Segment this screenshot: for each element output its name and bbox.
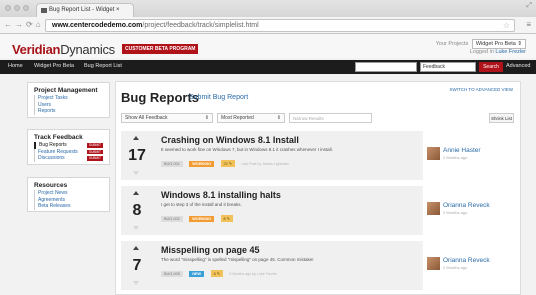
user-link[interactable]: Luke Frezler [495, 49, 526, 55]
main-panel: Bug Reports Submit Bug Report SWITCH TO … [115, 81, 521, 295]
sort-select[interactable]: Most Reported ⇕ [217, 113, 285, 123]
url-path: /project/feedback/track/simplelist.html [142, 22, 259, 29]
reported-time: 2 Months ago [443, 210, 468, 215]
bug-title[interactable]: Crashing on Windows 8.1 Install [161, 135, 411, 145]
avatar [427, 202, 440, 215]
reporter-name[interactable]: Orianna Reveck [443, 202, 490, 209]
tab-strip: Bug Report List - Widget × ⤢ [0, 0, 536, 17]
submit-badge[interactable]: SUBMIT [86, 156, 103, 161]
chevron-down-icon: ⇕ [204, 115, 209, 121]
nav-home[interactable]: Home [8, 63, 23, 69]
bookmark-star-icon[interactable]: ☆ [503, 21, 510, 30]
reported-time: 2 Months ago [443, 155, 468, 160]
chevron-down-icon: ⇕ [276, 115, 281, 121]
login-status: Logged in Luke Frezler [469, 49, 526, 55]
submit-badge[interactable]: SUBMIT [86, 149, 103, 155]
browser-window: Bug Report List - Widget × ⤢ ←→⟳⌂ www.ce… [0, 0, 536, 295]
sidebar-heading: Project Management [34, 87, 98, 94]
bug-row[interactable]: 8 Windows 8.1 installing halts I get to … [121, 186, 517, 235]
bug-row[interactable]: 17 Crashing on Windows 8.1 Install It se… [121, 131, 517, 180]
sidebar-track-feedback: Track Feedback Bug Reports SUBMIT Feature… [27, 129, 110, 165]
advanced-search-link[interactable]: Advanced [506, 63, 530, 69]
downvote-icon[interactable] [133, 171, 139, 175]
sidebar-link-beta-releases[interactable]: Beta Releases [34, 203, 103, 210]
site-header: VeridianDynamics CUSTOMER BETA PROGRAM Y… [0, 34, 536, 58]
bug-meta: 2 Months ago by Luke Frezler [229, 271, 277, 276]
upvote-icon[interactable] [133, 246, 139, 250]
bug-title[interactable]: Windows 8.1 installing halts [161, 190, 411, 200]
bug-row[interactable]: 7 Misspelling on page 45 The word "missp… [121, 241, 517, 290]
sidebar-link-discussions[interactable]: Discussions SUBMIT [34, 155, 103, 162]
search-input[interactable] [355, 62, 417, 72]
sidebar-heading: Track Feedback [34, 134, 83, 141]
project-select[interactable]: Widget Pro Beta ⇕ [471, 39, 526, 49]
vote-count: 7 [132, 257, 142, 274]
sidebar-heading: Resources [34, 182, 68, 189]
window-controls[interactable] [5, 5, 29, 11]
url-field[interactable]: www.centercodedemo.com/project/feedback/… [45, 19, 515, 32]
browser-tab[interactable]: Bug Report List - Widget × [36, 3, 134, 17]
site-logo[interactable]: VeridianDynamics [12, 42, 115, 57]
favicon-icon [41, 8, 47, 13]
nav-bug-report-list[interactable]: Bug Report List [84, 63, 122, 69]
bug-id-tag: BUG-001 [161, 160, 183, 167]
vote-control: 7 [121, 241, 153, 290]
tab-title: Bug Report List - Widget × [49, 7, 120, 13]
vote-count: 17 [128, 147, 146, 164]
reporter-name[interactable]: Annie Haster [443, 147, 481, 154]
beta-program-badge: CUSTOMER BETA PROGRAM [122, 44, 199, 54]
submit-badge[interactable]: SUBMIT [86, 143, 103, 148]
vote-control: 8 [121, 186, 153, 235]
upvote-icon[interactable] [133, 191, 139, 195]
sidebar-link-reports[interactable]: Reports [34, 108, 103, 115]
switch-to-advanced-view-link[interactable]: SWITCH TO ADVANCED VIEW [449, 87, 513, 92]
bug-meta: Last Post by James Lightman [241, 161, 289, 166]
reported-time: 2 Months ago [443, 265, 468, 270]
page-title: Bug Reports [121, 90, 199, 105]
url-host: www.centercodedemo.com [52, 22, 143, 29]
filter-bar: Show All Feedback ⇕ Most Reported ⇕ Narrow… [121, 113, 517, 124]
site: VeridianDynamics CUSTOMER BETA PROGRAM Y… [0, 34, 536, 295]
downvote-icon[interactable] [133, 281, 139, 285]
comment-count-badge[interactable]: 6 ✎ [210, 270, 223, 278]
project-selector: Your Projects Widget Pro Beta ⇕ [436, 39, 526, 49]
comment-count-badge[interactable]: 8 ✎ [220, 215, 233, 223]
browser-menu-icon[interactable]: ≡ [526, 20, 531, 29]
nav-widget-pro-beta[interactable]: Widget Pro Beta [34, 63, 74, 69]
shrink-list-button[interactable]: Shrink List [489, 113, 514, 123]
avatar [427, 257, 440, 270]
bug-id-tag: BUG-005 [161, 270, 183, 277]
vote-count: 8 [132, 202, 142, 219]
sidebar-project-management: Project Management Project Tasks Users R… [27, 82, 110, 118]
avatar [427, 147, 440, 160]
downvote-icon[interactable] [133, 226, 139, 230]
status-badge: NEW [189, 270, 205, 277]
sidebar-resources: Resources Project News Agreements Beta R… [27, 177, 110, 212]
bug-description: It seemed to work fine on Windows 7, but… [161, 147, 333, 152]
nav-buttons-icon[interactable]: ←→⟳⌂ [4, 20, 44, 29]
address-bar: ←→⟳⌂ www.centercodedemo.com/project/feed… [0, 17, 536, 34]
bug-description: I get to step 3 of the install and it br… [161, 202, 242, 207]
search-button[interactable]: Search [479, 62, 503, 72]
bug-description: The word "misspelling" is spelled "mispe… [161, 257, 314, 262]
top-nav: Home Widget Pro Beta Bug Report List Fee… [0, 60, 536, 74]
reporter-panel: Orianna Reveck 2 Months ago [421, 241, 517, 290]
bug-id-tag: BUG-002 [161, 215, 183, 222]
reporter-name[interactable]: Orianna Reveck [443, 257, 490, 264]
status-badge: WORKING [189, 215, 215, 222]
fullscreen-icon[interactable]: ⤢ [526, 2, 532, 10]
upvote-icon[interactable] [133, 136, 139, 140]
reporter-panel: Annie Haster 2 Months ago [421, 131, 517, 180]
submit-bug-report-link[interactable]: Submit Bug Report [189, 94, 248, 101]
comment-count-badge[interactable]: 22 ✎ [220, 160, 235, 168]
search-scope-select[interactable]: Feedback [420, 62, 476, 72]
vote-control: 17 [121, 131, 153, 180]
bug-title[interactable]: Misspelling on page 45 [161, 245, 411, 255]
reporter-panel: Orianna Reveck 2 Months ago [421, 186, 517, 235]
narrow-results-input[interactable]: Narrow Results [289, 113, 372, 123]
status-badge: WORKING [189, 160, 215, 167]
feedback-filter-select[interactable]: Show All Feedback ⇕ [121, 113, 213, 123]
